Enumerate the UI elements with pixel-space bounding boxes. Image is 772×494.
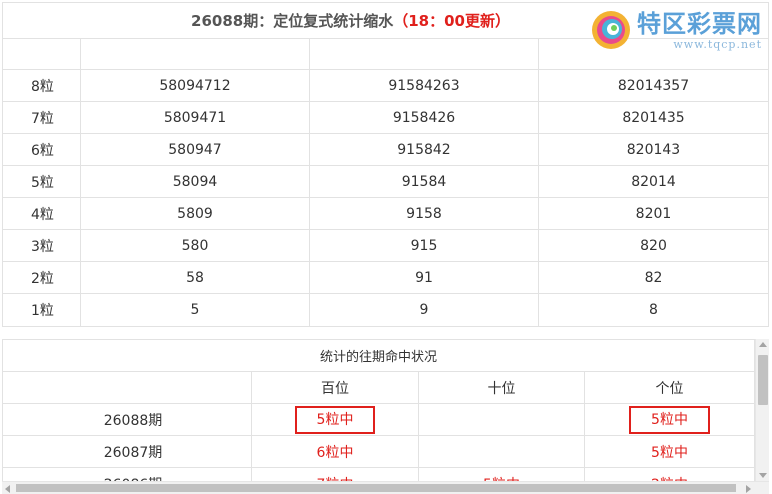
digit-group: 5809: [81, 198, 310, 229]
table-row: 26087期 6粒中 5粒中: [3, 436, 754, 468]
digit-group: 58094712: [81, 70, 310, 101]
scroll-thumb-horizontal[interactable]: [16, 484, 736, 492]
site-logo: 特区彩票网 www.tqcp.net: [589, 9, 762, 51]
digit-group: 82014357: [617, 77, 690, 94]
grain-label: 5粒: [3, 166, 81, 197]
history-title: 统计的往期命中状况: [3, 340, 754, 372]
table-row: 7粒 5809471 9158426 8201435: [3, 102, 768, 134]
digit-group: 58094: [81, 166, 310, 197]
vertical-scrollbar[interactable]: [755, 339, 769, 481]
digit-group: 82014: [631, 173, 676, 190]
table-row: 1粒 5 9 8: [3, 294, 768, 326]
logo-url: www.tqcp.net: [673, 38, 762, 51]
scroll-up-icon[interactable]: [759, 342, 767, 347]
scroll-right-icon[interactable]: [746, 485, 751, 493]
digit-group: 8201: [635, 205, 672, 222]
digit-group: 9158426: [310, 102, 539, 133]
grain-label: 3粒: [3, 230, 81, 261]
issue-number: 26087期: [103, 444, 163, 461]
horizontal-scrollbar[interactable]: [2, 481, 769, 494]
col-header-issue: [3, 372, 252, 403]
digit-group: 9158: [310, 198, 539, 229]
title-row: 26088期：定位复式统计缩水（18：00更新） 特区彩票网 www.tqcp.…: [3, 3, 768, 51]
table-row: 8粒 58094712 91584263 82014357: [3, 70, 768, 102]
table-row: 26088期 5粒中 5粒中: [3, 404, 754, 436]
digit-group: 820143: [626, 141, 681, 158]
ones-hit: 5粒中: [651, 444, 688, 461]
grain-label: 8粒: [3, 70, 81, 101]
hundreds-hit: 5粒中: [294, 405, 376, 434]
grain-label: 1粒: [3, 294, 81, 326]
digit-group: 915: [310, 230, 539, 261]
table-row: 5粒 58094 91584 82014: [3, 166, 768, 198]
digit-group: 5: [81, 294, 310, 326]
scroll-left-icon[interactable]: [5, 485, 10, 493]
digit-group: 82: [644, 269, 663, 286]
col-header-tens: 十位: [419, 372, 585, 403]
digit-group: 8201435: [622, 109, 685, 126]
digit-group: 5809471: [81, 102, 310, 133]
grain-label: 6粒: [3, 134, 81, 165]
grain-label: 4粒: [3, 198, 81, 229]
table-row: 2粒 58 91 82: [3, 262, 768, 294]
digit-group: 91584: [310, 166, 539, 197]
digit-group: 820: [640, 237, 667, 254]
history-header-row: 百位 十位 个位: [3, 372, 754, 404]
history-table: 统计的往期命中状况 百位 十位 个位 26088期 5粒中 5粒中 26087期…: [2, 339, 755, 494]
logo-swirl-icon: [592, 11, 630, 49]
hundreds-hit: 6粒中: [316, 444, 354, 461]
col-header-ones: 个位: [655, 380, 684, 397]
digit-group: 91: [310, 262, 539, 293]
digit-group: 58: [81, 262, 310, 293]
table-row: 6粒 580947 915842 820143: [3, 134, 768, 166]
compression-table: 26088期：定位复式统计缩水（18：00更新） 特区彩票网 www.tqcp.…: [2, 2, 769, 327]
digit-group: 580: [81, 230, 310, 261]
table-row: 4粒 5809 9158 8201: [3, 198, 768, 230]
logo-name: 特区彩票网: [637, 10, 762, 38]
digit-group: 9: [310, 294, 539, 326]
digit-group: 915842: [310, 134, 539, 165]
grain-label: 2粒: [3, 262, 81, 293]
digit-group: 580947: [81, 134, 310, 165]
scroll-thumb[interactable]: [758, 355, 768, 405]
digit-group: 91584263: [310, 70, 539, 101]
scroll-down-icon[interactable]: [759, 473, 767, 478]
grain-label: 7粒: [3, 102, 81, 133]
col-header-hundreds: 百位: [252, 372, 419, 403]
ones-hit: 5粒中: [629, 405, 710, 434]
update-time: （18：00更新）: [393, 12, 510, 30]
page-title: 26088期：定位复式统计缩水（18：00更新）: [191, 12, 510, 30]
digit-group: 8: [649, 302, 658, 318]
issue-number: 26088期: [103, 412, 163, 429]
table-row: 3粒 580 915 820: [3, 230, 768, 262]
